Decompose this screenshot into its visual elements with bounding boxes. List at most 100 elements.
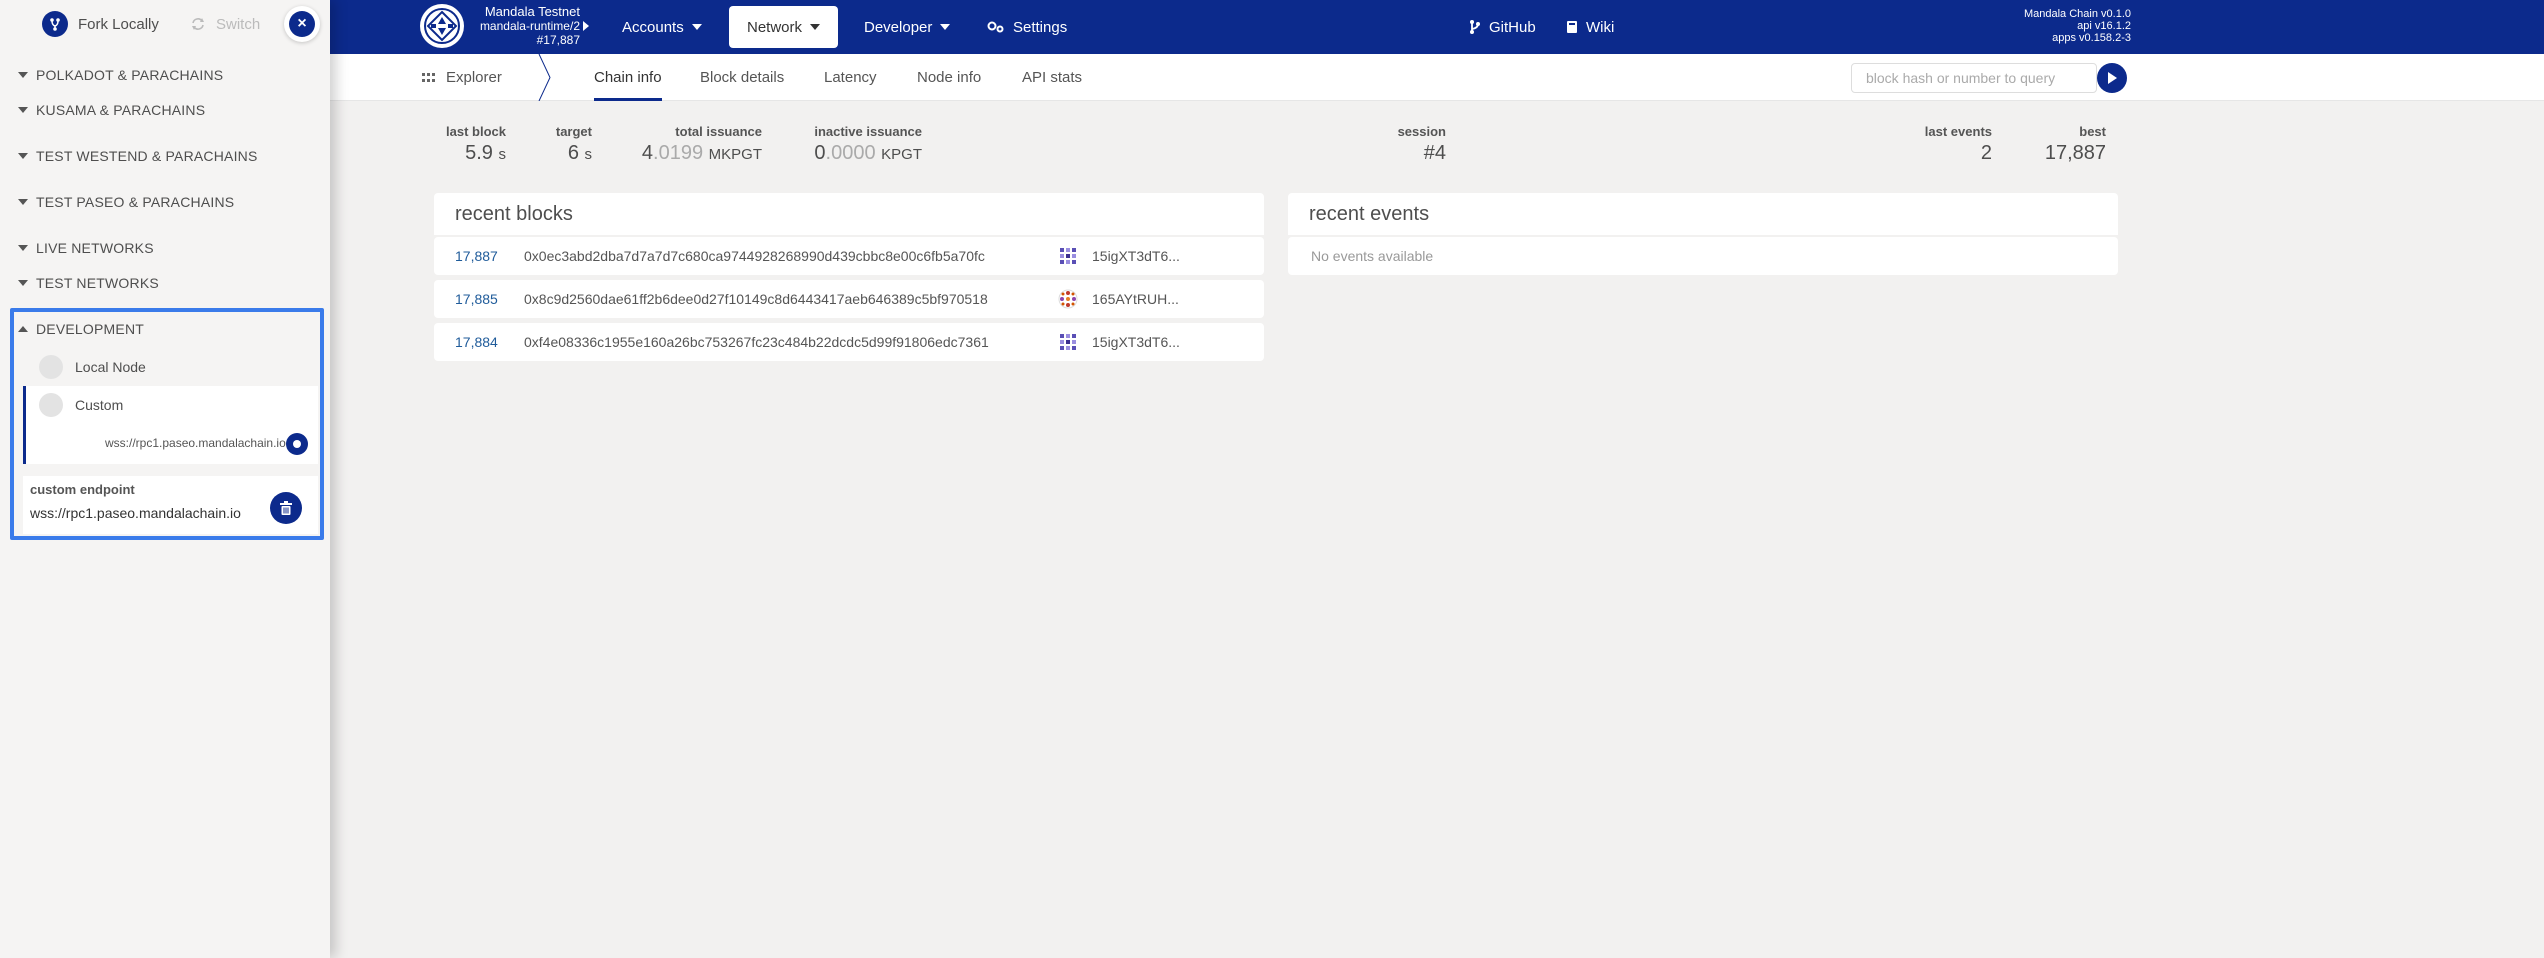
tab-api-stats-label: API stats: [1022, 69, 1083, 86]
stat-total-issuance-unit: MKPGT: [708, 146, 762, 163]
stat-best: best 17,887: [2010, 124, 2106, 165]
tab-latency-label: Latency: [824, 69, 877, 86]
stat-inactive-issuance-unit: KPGT: [881, 146, 922, 163]
chevron-right-icon[interactable]: [583, 21, 589, 31]
tab-node-info[interactable]: Node info: [917, 54, 981, 101]
tab-chain-info-label: Chain info: [594, 69, 662, 86]
stat-total-issuance: total issuance 4.0199 MKPGT: [632, 124, 762, 165]
stat-last-block-unit: s: [498, 146, 507, 163]
top-header: Mandala Testnet mandala-runtime/2 #17,88…: [0, 0, 2544, 54]
chain-version: Mandala Chain v0.1.0: [2023, 8, 2131, 20]
caret-down-icon: [18, 72, 28, 78]
radio-unselected[interactable]: [39, 355, 63, 379]
table-row: 17,884 0xf4e08336c1955e160a26bc753267fc2…: [434, 323, 1264, 361]
fork-locally-button[interactable]: Fork Locally: [42, 11, 159, 37]
group-label: TEST PASEO & PARACHAINS: [36, 194, 235, 210]
group-kusama[interactable]: KUSAMA & PARACHAINS: [18, 99, 205, 121]
breadcrumb-separator-icon: [538, 54, 551, 101]
tab-explorer[interactable]: Explorer: [422, 54, 502, 101]
group-label: TEST NETWORKS: [36, 275, 159, 291]
fork-locally-label: Fork Locally: [78, 15, 159, 33]
block-number-link[interactable]: 17,884: [434, 334, 524, 350]
block-author[interactable]: 15igXT3dT6...: [1092, 334, 1180, 350]
book-icon: [1567, 21, 1577, 33]
version-info: Mandala Chain v0.1.0 api v16.1.2 apps v0…: [2024, 8, 2131, 44]
menu-developer[interactable]: Developer: [864, 0, 951, 54]
custom-endpoint-value[interactable]: wss://rpc1.paseo.mandalachain.io: [30, 505, 241, 521]
custom-endpoint-label: custom endpoint: [30, 482, 135, 497]
tab-api-stats[interactable]: API stats: [1022, 54, 1082, 101]
network-custom[interactable]: Custom wss://rpc1.paseo.mandalachain.io: [23, 386, 318, 464]
block-number-link[interactable]: 17,887: [434, 248, 524, 264]
group-label: TEST WESTEND & PARACHAINS: [36, 148, 258, 164]
stat-inactive-issuance-int: 0: [814, 142, 826, 164]
menu-developer-label: Developer: [864, 18, 933, 36]
caret-down-icon: [18, 280, 28, 286]
menu-network[interactable]: Network: [729, 6, 839, 48]
tabs-bar: Explorer Chain info Block details Latenc…: [330, 54, 2544, 101]
menu-github[interactable]: GitHub: [1469, 0, 1536, 54]
group-label: POLKADOT & PARACHAINS: [36, 67, 224, 83]
block-author[interactable]: 165AYtRUH...: [1092, 291, 1179, 307]
group-label: DEVELOPMENT: [36, 321, 144, 337]
stat-last-events-value: 2: [1980, 142, 1992, 164]
stat-last-block: last block 5.9 s: [446, 124, 506, 165]
block-hash: 0xf4e08336c1955e160a26bc753267fc23c484b2…: [524, 334, 989, 350]
block-search-input[interactable]: [1851, 63, 2097, 93]
network-local-node[interactable]: Local Node: [23, 348, 308, 386]
radio-unselected[interactable]: [39, 393, 63, 417]
close-sidebar-button[interactable]: ×: [284, 6, 320, 42]
group-westend[interactable]: TEST WESTEND & PARACHAINS: [18, 145, 258, 167]
caret-down-icon: [18, 107, 28, 113]
tab-block-details-label: Block details: [700, 69, 785, 86]
stat-total-issuance-dec: .0199: [653, 142, 704, 164]
group-polkadot[interactable]: POLKADOT & PARACHAINS: [18, 64, 223, 86]
sync-icon: [192, 18, 204, 30]
tab-block-details[interactable]: Block details: [700, 54, 784, 101]
stat-total-issuance-int: 4: [641, 142, 654, 164]
delete-endpoint-button[interactable]: [270, 492, 302, 524]
identicon-icon: [1058, 246, 1078, 266]
caret-down-icon: [18, 245, 28, 251]
stat-session-value: #4: [1423, 142, 1446, 164]
runtime-version: mandala-runtime/2: [479, 19, 580, 33]
menu-accounts[interactable]: Accounts: [622, 0, 702, 54]
settings-gears-icon: [987, 21, 1004, 33]
stat-last-block-value: 5.9: [465, 142, 493, 164]
caret-down-icon: [18, 153, 28, 159]
table-row: 17,885 0x8c9d2560dae61ff2b6dee0d27f10149…: [434, 280, 1264, 318]
radio-selected[interactable]: [286, 433, 308, 455]
tab-latency[interactable]: Latency: [824, 54, 877, 101]
group-test-networks[interactable]: TEST NETWORKS: [18, 272, 159, 294]
stat-inactive-issuance-label: inactive issuance: [814, 124, 922, 139]
stat-last-events: last events 2: [1900, 124, 1992, 165]
search-submit-button[interactable]: [2097, 63, 2127, 93]
chevron-down-icon: [810, 24, 821, 30]
menu-settings[interactable]: Settings: [987, 0, 1067, 54]
identicon-icon: [1058, 289, 1078, 309]
chevron-down-icon: [940, 24, 951, 30]
caret-up-icon: [18, 326, 28, 332]
tab-explorer-label: Explorer: [446, 69, 502, 86]
stat-last-events-label: last events: [1924, 124, 1992, 139]
chain-logo-icon[interactable]: [420, 4, 464, 48]
custom-endpoint-url[interactable]: wss://rpc1.paseo.mandalachain.io: [105, 436, 305, 450]
trash-icon: [280, 501, 292, 515]
tab-chain-info[interactable]: Chain info: [584, 54, 672, 101]
switch-button[interactable]: Switch: [190, 11, 260, 37]
group-live-networks[interactable]: LIVE NETWORKS: [18, 237, 154, 259]
chain-selector[interactable]: Mandala Testnet mandala-runtime/2 #17,88…: [470, 5, 580, 48]
recent-events-title: recent events: [1288, 193, 2118, 235]
group-paseo[interactable]: TEST PASEO & PARACHAINS: [18, 191, 234, 213]
block-author[interactable]: 15igXT3dT6...: [1092, 248, 1180, 264]
block-hash: 0x8c9d2560dae61ff2b6dee0d27f10149c8d6443…: [524, 291, 988, 307]
stat-inactive-issuance: inactive issuance 0.0000 KPGT: [800, 124, 922, 165]
menu-github-label: GitHub: [1489, 18, 1536, 36]
block-number-link[interactable]: 17,885: [434, 291, 524, 307]
stat-total-issuance-label: total issuance: [675, 124, 762, 139]
group-development[interactable]: DEVELOPMENT: [18, 318, 144, 340]
menu-wiki[interactable]: Wiki: [1566, 0, 1614, 54]
stat-session: session #4: [1380, 124, 1446, 165]
menu-wiki-label: Wiki: [1586, 18, 1615, 36]
menu-network-label: Network: [747, 18, 803, 36]
